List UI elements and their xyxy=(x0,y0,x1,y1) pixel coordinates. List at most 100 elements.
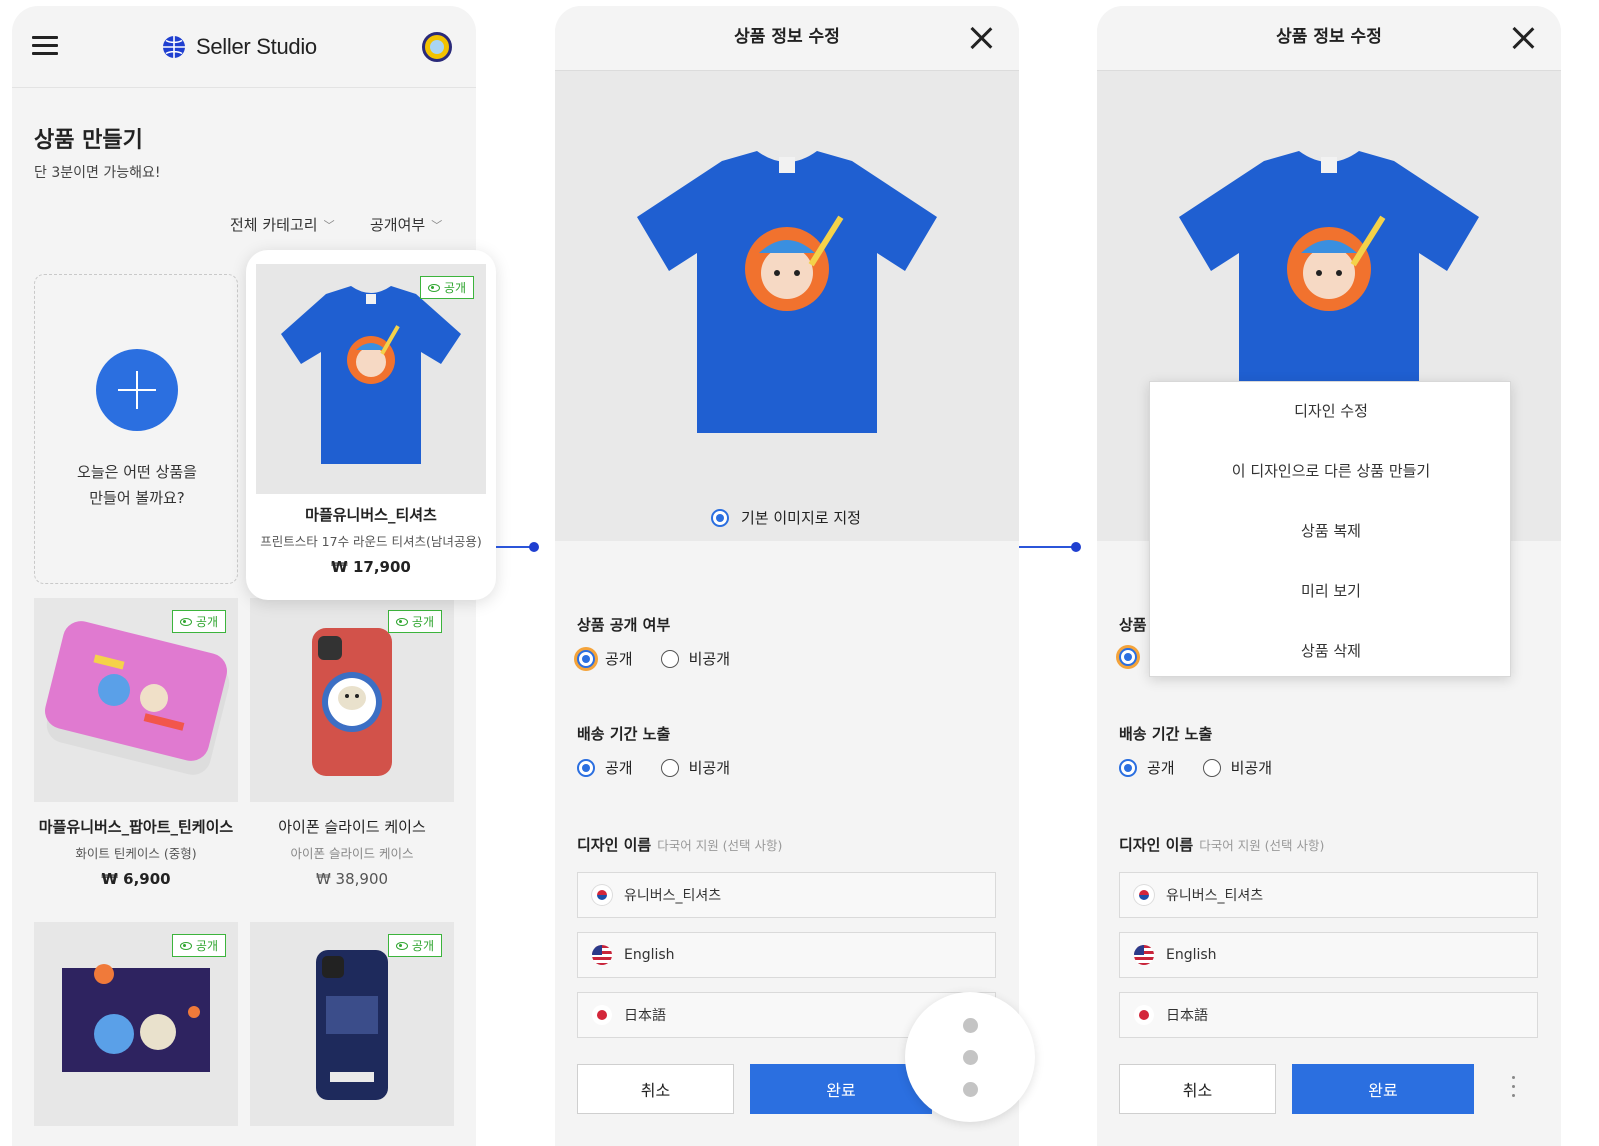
add-product-button[interactable] xyxy=(96,349,178,431)
public-badge: 공개 xyxy=(171,610,226,633)
page-subtitle: 단 3분이면 가능해요! xyxy=(34,165,161,181)
badge-label: 공개 xyxy=(195,939,218,953)
page-title: 상품 만들기 xyxy=(34,128,143,153)
cancel-button[interactable]: 취소 xyxy=(577,1064,734,1114)
modal-title: 상품 정보 수정 xyxy=(734,27,840,47)
design-name-field-ko[interactable]: 유니버스_티셔츠 xyxy=(577,872,996,918)
radio-label: 공개 xyxy=(605,759,633,777)
globe-icon xyxy=(163,36,185,58)
shipping-option-private[interactable]: 비공개 xyxy=(660,757,731,778)
done-button[interactable]: 완료 xyxy=(750,1064,932,1114)
public-badge: 공개 xyxy=(171,934,226,957)
design-name-field-en[interactable]: English xyxy=(577,932,996,978)
tshirt-image xyxy=(637,151,937,433)
product-name: 마플유니버스_팝아트_틴케이스 xyxy=(38,818,234,836)
flow-connector-dot xyxy=(1071,542,1081,552)
radio-private[interactable] xyxy=(1202,758,1221,777)
radio-private[interactable] xyxy=(660,758,679,777)
shipping-radio-group: 공개 비공개 xyxy=(577,757,758,778)
menu-item-duplicate[interactable]: 상품 복제 xyxy=(1150,520,1512,541)
category-filter[interactable]: 전체 카테고리 ﹀ xyxy=(230,214,335,235)
close-icon[interactable] xyxy=(1511,26,1535,50)
hamburger-menu-icon[interactable] xyxy=(32,36,58,56)
visibility-option-private[interactable]: 비공개 xyxy=(660,648,731,669)
brand-logo[interactable]: Seller Studio xyxy=(162,34,317,60)
design-name-field-ja[interactable]: 日本語 xyxy=(1119,992,1538,1038)
menu-item-delete[interactable]: 상품 삭제 xyxy=(1150,640,1512,661)
radio-private[interactable] xyxy=(660,649,679,668)
product-card[interactable]: 공개 xyxy=(34,922,238,1126)
cancel-button[interactable]: 취소 xyxy=(1119,1064,1276,1114)
visibility-radio-group: 공개 비공개 xyxy=(577,648,758,669)
eye-icon xyxy=(179,617,192,626)
visibility-radio-group xyxy=(1119,648,1137,666)
visibility-section-label: 상품 공개 여부 xyxy=(577,616,671,634)
product-name: 아이폰 슬라이드 케이스 xyxy=(278,818,426,836)
product-image: 공개 xyxy=(256,264,486,494)
done-button[interactable]: 완료 xyxy=(1292,1064,1474,1114)
edit-product-menu-screen: 상품 정보 수정 상품 배송 기간 노출 공개 비공개 디자인 이름 다국어 지원… xyxy=(1097,6,1561,1146)
korea-flag-icon xyxy=(1134,885,1154,905)
context-menu: 디자인 수정 이 디자인으로 다른 상품 만들기 상품 복제 미리 보기 상품 … xyxy=(1149,381,1511,677)
design-name-label: 디자인 이름 xyxy=(577,836,652,854)
field-placeholder: 日本語 xyxy=(624,1008,666,1024)
modal-header: 상품 정보 수정 xyxy=(555,6,1019,71)
app-header: Seller Studio xyxy=(12,6,476,88)
product-desc: 화이트 틴케이스 (중형) xyxy=(75,846,197,861)
menu-item-preview[interactable]: 미리 보기 xyxy=(1150,580,1512,601)
profile-avatar[interactable] xyxy=(422,32,452,62)
product-card[interactable]: 공개 아이폰 슬라이드 케이스 아이폰 슬라이드 케이스 ₩ 38,900 xyxy=(250,598,454,888)
featured-product-card[interactable]: 공개 마플유니버스_티셔츠 프린트스타 17수 라운드 티셔츠(남녀공용) ₩ … xyxy=(246,250,496,600)
product-price: ₩ 17,900 xyxy=(331,558,411,576)
radio-label: 비공개 xyxy=(688,650,731,668)
modal-header: 상품 정보 수정 xyxy=(1097,6,1561,71)
menu-item-edit-design[interactable]: 디자인 수정 xyxy=(1150,400,1512,421)
visibility-option-public[interactable]: 공개 xyxy=(577,648,633,669)
default-image-label: 기본 이미지로 지정 xyxy=(741,509,861,527)
more-options-icon[interactable] xyxy=(1511,1076,1517,1102)
eye-icon xyxy=(427,283,440,292)
radio-public[interactable] xyxy=(577,649,595,668)
field-placeholder: English xyxy=(624,947,675,963)
korea-flag-icon xyxy=(592,885,612,905)
radio-public[interactable] xyxy=(1119,758,1137,777)
visibility-filter-label: 공개여부 xyxy=(370,216,426,234)
radio-label: 비공개 xyxy=(688,759,731,777)
close-icon[interactable] xyxy=(969,26,993,50)
shipping-option-public[interactable]: 공개 xyxy=(577,757,633,778)
japan-flag-icon xyxy=(1134,1005,1154,1025)
design-name-label: 디자인 이름 xyxy=(1119,836,1194,854)
radio-label: 공개 xyxy=(605,650,633,668)
radio-public[interactable] xyxy=(1119,648,1137,666)
badge-label: 공개 xyxy=(411,939,434,953)
field-value: 유니버스_티셔츠 xyxy=(1166,888,1264,904)
more-options-icon[interactable] xyxy=(905,992,1035,1122)
shipping-section-label: 배송 기간 노출 xyxy=(1119,725,1213,743)
public-badge: 공개 xyxy=(419,276,474,299)
shipping-option-private[interactable]: 비공개 xyxy=(1202,757,1272,778)
product-card[interactable]: 공개 xyxy=(250,922,454,1126)
create-prompt-line1: 오늘은 어떤 상품을 xyxy=(77,463,197,481)
design-name-field-ko[interactable]: 유니버스_티셔츠 xyxy=(1119,872,1538,918)
product-image: 공개 xyxy=(34,922,238,1126)
shipping-section-label: 배송 기간 노출 xyxy=(577,725,671,743)
badge-label: 공개 xyxy=(195,615,218,629)
radio-public[interactable] xyxy=(577,758,595,777)
flow-connector-dot xyxy=(529,542,539,552)
visibility-filter[interactable]: 공개여부 ﹀ xyxy=(370,214,442,235)
default-image-option[interactable]: 기본 이미지로 지정 xyxy=(711,507,861,528)
field-placeholder: English xyxy=(1166,947,1217,963)
product-name: 마플유니버스_티셔츠 xyxy=(305,506,437,524)
visibility-section-label-partial: 상품 xyxy=(1119,616,1147,634)
create-product-card[interactable]: 오늘은 어떤 상품을 만들어 볼까요? xyxy=(34,274,238,584)
menu-item-create-other-product[interactable]: 이 디자인으로 다른 상품 만들기 xyxy=(1150,460,1512,481)
eye-icon xyxy=(395,941,408,950)
design-name-field-en[interactable]: English xyxy=(1119,932,1538,978)
shipping-option-public[interactable]: 공개 xyxy=(1119,757,1175,778)
default-image-radio[interactable] xyxy=(711,508,729,527)
product-card[interactable]: 공개 마플유니버스_팝아트_틴케이스 화이트 틴케이스 (중형) ₩ 6,900 xyxy=(34,598,238,888)
product-image: 공개 xyxy=(250,598,454,802)
us-flag-icon xyxy=(1134,945,1154,965)
eye-icon xyxy=(395,617,408,626)
product-image: 공개 xyxy=(250,922,454,1126)
